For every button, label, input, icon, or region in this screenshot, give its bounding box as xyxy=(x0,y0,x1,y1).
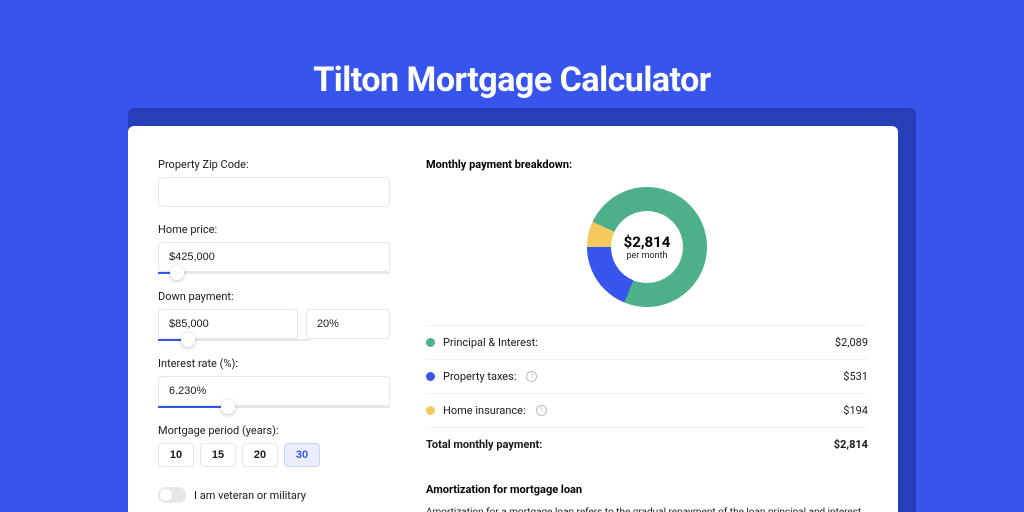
zip-input[interactable] xyxy=(158,177,390,207)
amortization-title: Amortization for mortgage loan xyxy=(426,483,868,496)
donut-chart: $2,814 per month xyxy=(587,187,707,307)
down-payment-pct-input[interactable] xyxy=(306,309,390,339)
down-payment-slider[interactable] xyxy=(158,339,310,341)
legend: Principal & Interest: $2,089 Property ta… xyxy=(426,325,868,461)
home-price-label: Home price: xyxy=(158,223,390,236)
inputs-column: Property Zip Code: Home price: Down paym… xyxy=(158,158,390,512)
donut-amount: $2,814 xyxy=(624,233,671,251)
legend-dot xyxy=(426,372,435,381)
amortization-text: Amortization for a mortgage loan refers … xyxy=(426,506,868,512)
legend-row: Home insurance: ? $194 xyxy=(426,394,868,428)
legend-value: $194 xyxy=(843,404,868,417)
home-price-input[interactable] xyxy=(158,242,390,272)
veteran-label: I am veteran or military xyxy=(194,489,306,502)
veteran-toggle-row: I am veteran or military xyxy=(158,487,390,503)
breakdown-column: Monthly payment breakdown: $2,814 per mo… xyxy=(426,158,868,512)
legend-label: Principal & Interest: xyxy=(443,336,538,349)
calculator-card: Property Zip Code: Home price: Down paym… xyxy=(128,126,898,512)
period-button-30[interactable]: 30 xyxy=(284,443,320,467)
legend-row: Principal & Interest: $2,089 xyxy=(426,326,868,360)
veteran-toggle[interactable] xyxy=(158,487,186,503)
period-field: Mortgage period (years): 10152030 xyxy=(158,424,390,467)
donut-center: $2,814 per month xyxy=(611,211,683,283)
slider-thumb[interactable] xyxy=(170,266,184,280)
donut-chart-wrap: $2,814 per month xyxy=(426,187,868,307)
toggle-knob xyxy=(160,489,172,501)
home-price-slider[interactable] xyxy=(158,272,390,274)
info-icon[interactable]: ? xyxy=(526,371,537,382)
legend-value: $531 xyxy=(843,370,868,383)
total-label: Total monthly payment: xyxy=(426,438,542,451)
period-label: Mortgage period (years): xyxy=(158,424,390,437)
legend-label: Property taxes: xyxy=(443,370,516,383)
home-price-field: Home price: xyxy=(158,223,390,274)
slider-thumb[interactable] xyxy=(181,333,195,347)
slider-thumb[interactable] xyxy=(221,400,235,414)
interest-field: Interest rate (%): xyxy=(158,357,390,408)
zip-label: Property Zip Code: xyxy=(158,158,390,171)
page-title: Tilton Mortgage Calculator xyxy=(0,0,1024,100)
down-payment-label: Down payment: xyxy=(158,290,390,303)
legend-label: Home insurance: xyxy=(443,404,526,417)
legend-value: $2,089 xyxy=(835,336,868,349)
info-icon[interactable]: ? xyxy=(536,405,547,416)
interest-slider[interactable] xyxy=(158,406,390,408)
down-payment-input[interactable] xyxy=(158,309,298,339)
breakdown-title: Monthly payment breakdown: xyxy=(426,158,868,171)
period-button-20[interactable]: 20 xyxy=(242,443,278,467)
interest-input[interactable] xyxy=(158,376,390,406)
donut-sub: per month xyxy=(626,251,667,261)
zip-field: Property Zip Code: xyxy=(158,158,390,207)
legend-row: Property taxes: ? $531 xyxy=(426,360,868,394)
legend-dot xyxy=(426,338,435,347)
total-value: $2,814 xyxy=(834,438,868,451)
legend-total-row: Total monthly payment: $2,814 xyxy=(426,428,868,461)
period-button-10[interactable]: 10 xyxy=(158,443,194,467)
period-button-15[interactable]: 15 xyxy=(200,443,236,467)
interest-label: Interest rate (%): xyxy=(158,357,390,370)
legend-dot xyxy=(426,406,435,415)
down-payment-field: Down payment: xyxy=(158,290,390,341)
